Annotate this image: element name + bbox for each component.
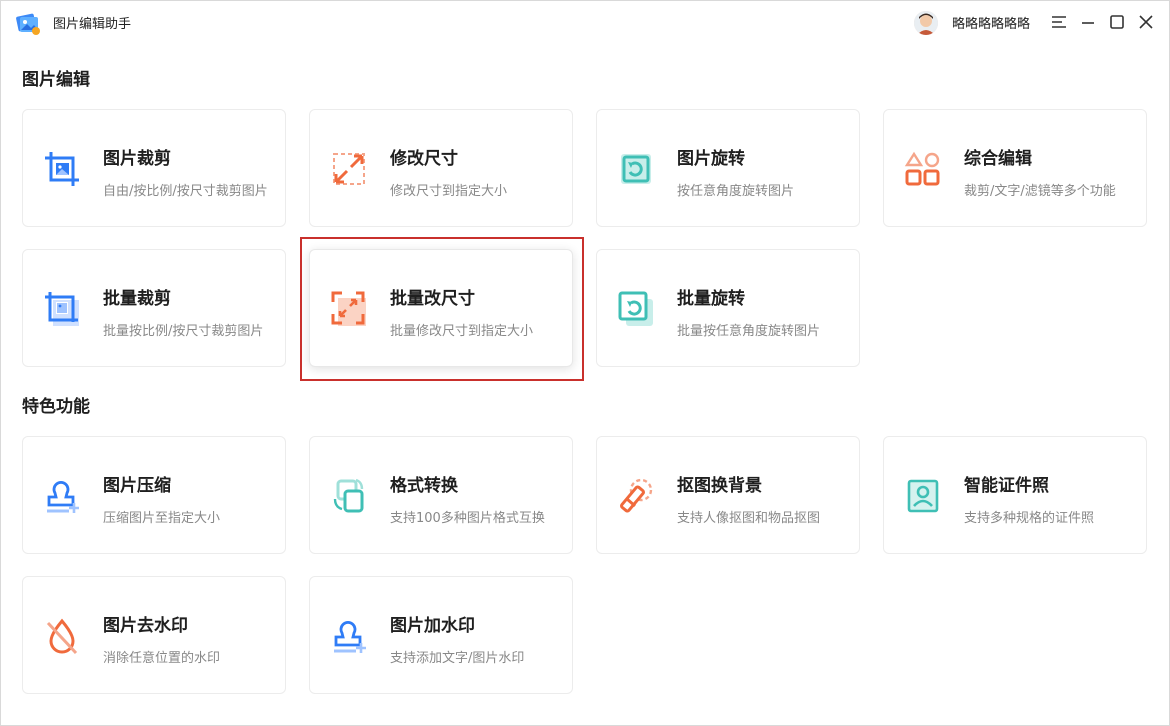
card-title: 图片裁剪 bbox=[103, 149, 171, 169]
minimize-button[interactable] bbox=[1078, 12, 1098, 32]
drop-slash-icon bbox=[43, 617, 81, 655]
card-desc: 修改尺寸到指定大小 bbox=[390, 184, 508, 199]
card-rotate[interactable]: 图片旋转 按任意角度旋转图片 bbox=[596, 109, 860, 227]
card-remove-watermark[interactable]: 图片去水印 消除任意位置的水印 bbox=[22, 576, 286, 694]
card-crop[interactable]: 图片裁剪 自由/按比例/按尺寸裁剪图片 bbox=[22, 109, 286, 227]
eraser-icon bbox=[617, 477, 655, 515]
resize-icon bbox=[330, 150, 368, 188]
batch-rotate-icon bbox=[617, 290, 655, 328]
card-title: 格式转换 bbox=[390, 476, 458, 496]
maximize-icon bbox=[1109, 14, 1125, 30]
card-desc: 支持人像抠图和物品抠图 bbox=[677, 511, 821, 526]
card-id-photo[interactable]: 智能证件照 支持多种规格的证件照 bbox=[883, 436, 1147, 554]
card-compress[interactable]: 图片压缩 压缩图片至指定大小 bbox=[22, 436, 286, 554]
stamp-icon bbox=[43, 477, 81, 515]
card-desc: 自由/按比例/按尺寸裁剪图片 bbox=[103, 184, 268, 199]
stamp-add-icon bbox=[330, 617, 368, 655]
minimize-icon bbox=[1080, 14, 1096, 30]
card-convert[interactable]: 格式转换 支持100多种图片格式互换 bbox=[309, 436, 573, 554]
card-cutout[interactable]: 抠图换背景 支持人像抠图和物品抠图 bbox=[596, 436, 860, 554]
card-title: 图片加水印 bbox=[390, 616, 475, 636]
card-title: 智能证件照 bbox=[964, 476, 1049, 496]
section-title-features: 特色功能 bbox=[22, 397, 90, 417]
card-desc: 支持100多种图片格式互换 bbox=[390, 511, 545, 526]
card-title: 批量裁剪 bbox=[103, 289, 171, 309]
card-combo[interactable]: 综合编辑 裁剪/文字/滤镜等多个功能 bbox=[883, 109, 1147, 227]
card-title: 图片去水印 bbox=[103, 616, 188, 636]
card-title: 综合编辑 bbox=[964, 149, 1032, 169]
card-title: 抠图换背景 bbox=[677, 476, 762, 496]
card-resize[interactable]: 修改尺寸 修改尺寸到指定大小 bbox=[309, 109, 573, 227]
card-batch-resize[interactable]: 批量改尺寸 批量修改尺寸到指定大小 bbox=[309, 249, 573, 367]
card-desc: 批量按任意角度旋转图片 bbox=[677, 324, 821, 339]
avatar[interactable] bbox=[914, 11, 938, 35]
menu-button[interactable] bbox=[1049, 12, 1069, 32]
card-desc: 消除任意位置的水印 bbox=[103, 651, 221, 666]
rotate-icon bbox=[617, 150, 655, 188]
app-title: 图片编辑助手 bbox=[53, 17, 132, 32]
close-icon bbox=[1138, 14, 1154, 30]
card-title: 图片旋转 bbox=[677, 149, 745, 169]
card-title: 批量旋转 bbox=[677, 289, 745, 309]
id-photo-icon bbox=[904, 477, 942, 515]
card-desc: 支持多种规格的证件照 bbox=[964, 511, 1095, 526]
app-logo-icon bbox=[15, 10, 41, 36]
close-button[interactable] bbox=[1136, 12, 1156, 32]
card-desc: 批量按比例/按尺寸裁剪图片 bbox=[103, 324, 264, 339]
card-title: 修改尺寸 bbox=[390, 149, 458, 169]
batch-crop-icon bbox=[43, 290, 81, 328]
card-batch-rotate[interactable]: 批量旋转 批量按任意角度旋转图片 bbox=[596, 249, 860, 367]
convert-icon bbox=[330, 477, 368, 515]
crop-icon bbox=[43, 150, 81, 188]
card-desc: 支持添加文字/图片水印 bbox=[390, 651, 525, 666]
card-desc: 按任意角度旋转图片 bbox=[677, 184, 795, 199]
shapes-icon bbox=[904, 150, 942, 188]
title-bar: 图片编辑助手 略略略略略略 bbox=[1, 1, 1169, 43]
app-window: 图片编辑助手 略略略略略略 图片编辑 图片裁剪 自由/按比例/按尺寸裁剪图片 修… bbox=[0, 0, 1170, 726]
username[interactable]: 略略略略略略 bbox=[952, 13, 1030, 32]
card-desc: 压缩图片至指定大小 bbox=[103, 511, 221, 526]
card-desc: 裁剪/文字/滤镜等多个功能 bbox=[964, 184, 1116, 199]
card-title: 图片压缩 bbox=[103, 476, 171, 496]
card-batch-crop[interactable]: 批量裁剪 批量按比例/按尺寸裁剪图片 bbox=[22, 249, 286, 367]
card-desc: 批量修改尺寸到指定大小 bbox=[390, 324, 534, 339]
maximize-button[interactable] bbox=[1107, 12, 1127, 32]
section-title-edit: 图片编辑 bbox=[22, 70, 90, 90]
menu-icon bbox=[1051, 14, 1067, 30]
batch-resize-icon bbox=[330, 290, 368, 328]
card-title: 批量改尺寸 bbox=[390, 289, 475, 309]
card-add-watermark[interactable]: 图片加水印 支持添加文字/图片水印 bbox=[309, 576, 573, 694]
